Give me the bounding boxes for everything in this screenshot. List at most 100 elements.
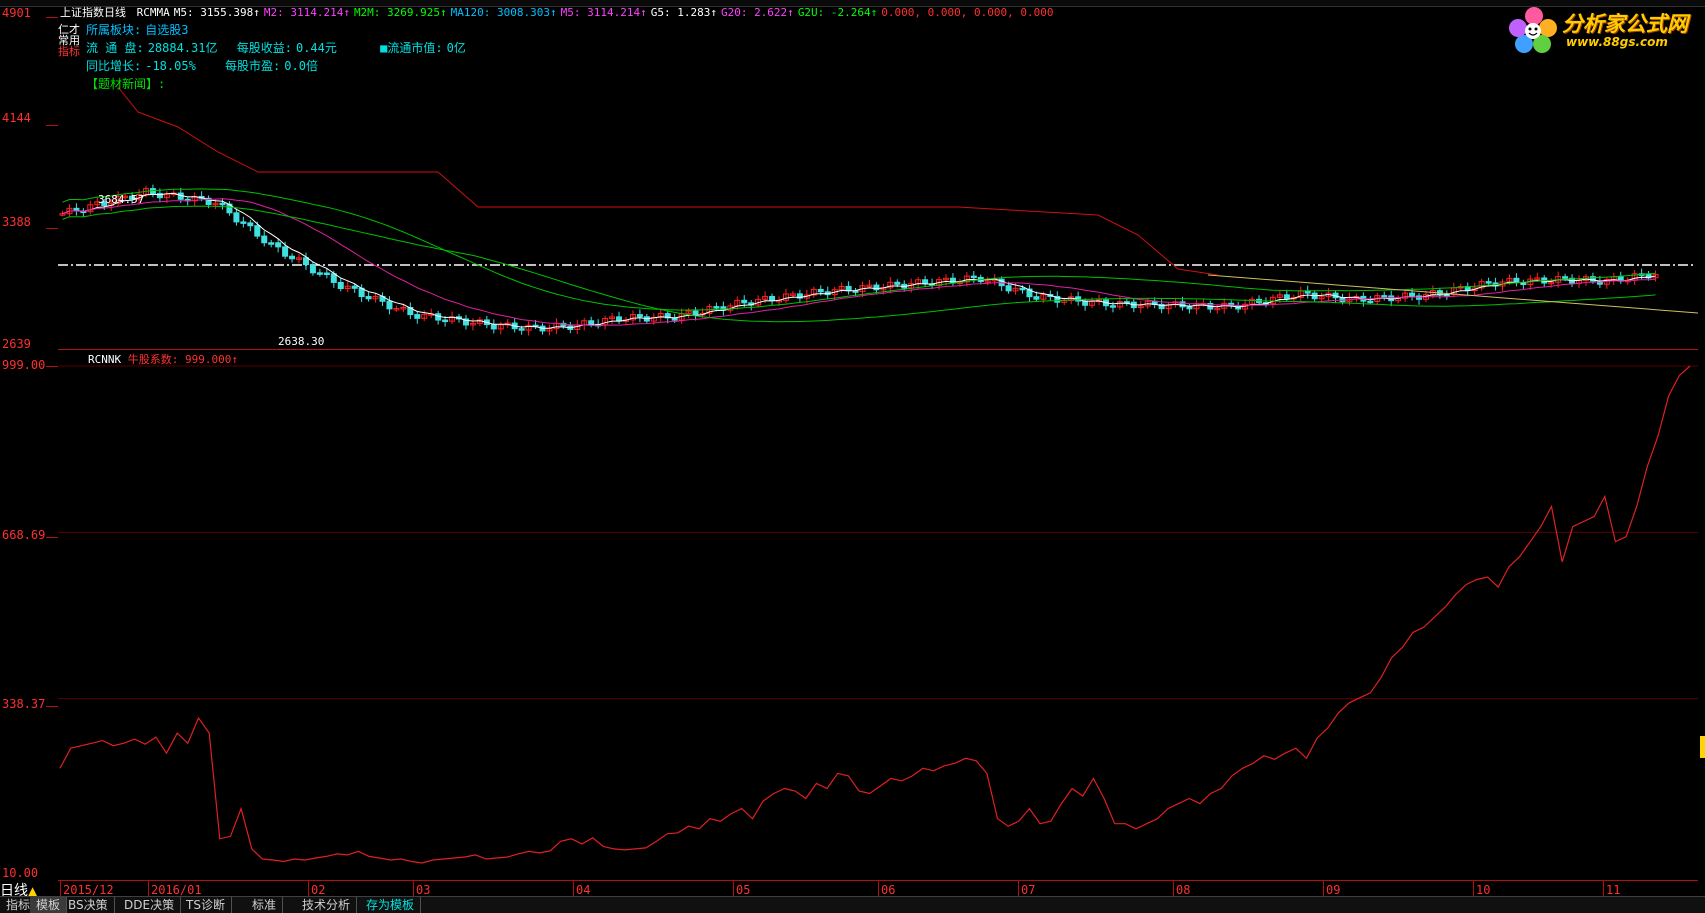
- ma-value-item: 0.000, 0.000, 0.000, 0.000: [881, 6, 1054, 19]
- price-axis-label: 4144: [2, 111, 31, 125]
- candle-body: [365, 296, 372, 300]
- ma-values: RCMMA M5: 3155.398↑ M2: 3114.214↑ M2M: 3269…: [137, 6, 1058, 19]
- ma-value-item: RCMMA: [136, 6, 170, 19]
- time-axis-separator: [148, 881, 149, 897]
- candle-body: [323, 272, 330, 276]
- side-tags[interactable]: 仁才 常用 指标: [58, 24, 84, 57]
- time-axis-separator: [878, 881, 879, 897]
- ma-value-item: M5: 3114.214↑: [560, 6, 647, 19]
- candle-body: [1409, 292, 1416, 297]
- candle-body: [873, 284, 880, 291]
- bottom-tab[interactable]: TS诊断: [180, 897, 232, 913]
- yoy-label: 同比增长:: [86, 59, 142, 73]
- candle-body: [636, 314, 643, 318]
- mktcap-value: 0亿: [446, 41, 466, 55]
- indicator-header: RCNNK 牛股系数: 999.000↑: [88, 351, 238, 367]
- time-axis-label: 02: [311, 883, 326, 897]
- stock-info-block: 所属板块: 自选股3 流 通 盘: 28884.31亿 每股收益: 0.44元 ■流通…: [86, 22, 478, 94]
- candle-body: [1109, 305, 1116, 308]
- candle-body: [1485, 281, 1492, 284]
- side-tag[interactable]: 指标: [58, 46, 84, 57]
- candle-body: [282, 246, 289, 257]
- float-shares-value: 28884.31亿: [147, 41, 218, 55]
- candle-body: [233, 212, 240, 223]
- indicator-chart-svg: [58, 365, 1698, 864]
- indicator-name: RCNNK: [88, 353, 122, 366]
- app-window: 4901 4144 3388 2639 999.00 668.69 338.37…: [0, 0, 1705, 913]
- candle-body: [414, 314, 421, 319]
- price-axis: 4901 4144 3388 2639: [0, 6, 59, 351]
- time-axis-label: 04: [576, 883, 591, 897]
- candle-body: [275, 242, 282, 248]
- indicator-axis-label: 999.00: [2, 358, 46, 372]
- ma-line-white: [62, 192, 1656, 329]
- candle-body: [922, 279, 929, 285]
- yoy-value: -18.05%: [145, 59, 196, 73]
- bottom-tab[interactable]: 技术分析: [296, 897, 358, 913]
- candle-body: [1562, 276, 1569, 279]
- price-axis-label: 4901: [2, 6, 31, 20]
- time-axis-separator: [308, 881, 309, 897]
- ma-line-magenta: [62, 198, 1656, 327]
- bottom-tab-bar: 指标 模板 BS决策 DDE决策 TS诊断 标准 技术分析 存为模板: [0, 896, 1705, 913]
- time-axis-separator: [733, 881, 734, 897]
- time-axis-separator: [1018, 881, 1019, 897]
- float-shares-label: 流 通 盘:: [86, 41, 144, 55]
- ma-value-item: G2U: -2.264↑: [797, 6, 878, 19]
- news-link[interactable]: 【题材新闻】:: [86, 77, 165, 91]
- time-axis-separator: [1173, 881, 1174, 897]
- right-scroll-marker[interactable]: [1700, 736, 1705, 758]
- indicator-axis-label: 338.37: [2, 697, 46, 711]
- eps-value: 0.44元: [295, 41, 337, 55]
- high-price-annotation: 3684.57: [98, 193, 144, 206]
- time-axis-separator: [1603, 881, 1604, 897]
- bottom-tab[interactable]: 存为模板: [360, 897, 422, 913]
- time-axis-label: 2016/01: [151, 883, 202, 897]
- indicator-value: 牛股系数: 999.000↑: [127, 353, 238, 366]
- bottom-tab[interactable]: DDE决策: [118, 897, 182, 913]
- indicator-chart-panel[interactable]: [58, 352, 1698, 881]
- candle-body: [490, 324, 497, 330]
- time-axis-label: 11: [1606, 883, 1621, 897]
- candle-body: [247, 222, 254, 227]
- candle-body: [302, 257, 309, 266]
- candle-body: [970, 275, 977, 279]
- time-axis-label: 05: [736, 883, 751, 897]
- candle-body: [240, 221, 247, 224]
- time-axis-label: 08: [1176, 883, 1191, 897]
- pe-value: 0.0倍: [284, 59, 318, 73]
- candle-body: [1367, 300, 1374, 304]
- candle-body: [713, 306, 720, 309]
- pe-label: 每股市盈:: [225, 59, 281, 73]
- time-axis-separator: [573, 881, 574, 897]
- candle-body: [769, 295, 776, 302]
- candle-body: [741, 299, 748, 304]
- candle-body: [518, 328, 525, 331]
- candle-body: [386, 300, 393, 310]
- board-label: 所属板块:: [86, 23, 142, 37]
- time-axis-label: 10: [1476, 883, 1491, 897]
- bottom-tab[interactable]: 标准: [246, 897, 284, 913]
- time-axis-label: 2015/12: [63, 883, 114, 897]
- eps-label: 每股收益:: [236, 41, 292, 55]
- site-logo[interactable]: 分析家公式网 www.88gs.com: [1506, 4, 1702, 56]
- candle-body: [692, 310, 699, 316]
- period-selector[interactable]: 日线▲: [0, 880, 58, 899]
- candle-body: [219, 202, 226, 206]
- bottom-tab[interactable]: BS决策: [62, 897, 115, 913]
- board-value[interactable]: 自选股3: [145, 23, 188, 37]
- time-axis-label: 06: [881, 883, 896, 897]
- candle-body: [442, 319, 449, 323]
- candle-body: [1019, 287, 1026, 291]
- time-axis-separator: [60, 881, 61, 897]
- candle-body: [337, 281, 344, 290]
- mktcap-label: 流通市值:: [387, 41, 443, 55]
- candle-body: [894, 281, 901, 285]
- indicator-line-series: [59, 365, 1691, 864]
- candle-body: [309, 264, 316, 274]
- ma-value-item: M2M: 3269.925↑: [353, 6, 447, 19]
- ma-value-item: G20: 2.622↑: [720, 6, 794, 19]
- price-axis-label: 3388: [2, 215, 31, 229]
- candle-body: [1082, 300, 1089, 306]
- ma-value-item: G5: 1.283↑: [650, 6, 717, 19]
